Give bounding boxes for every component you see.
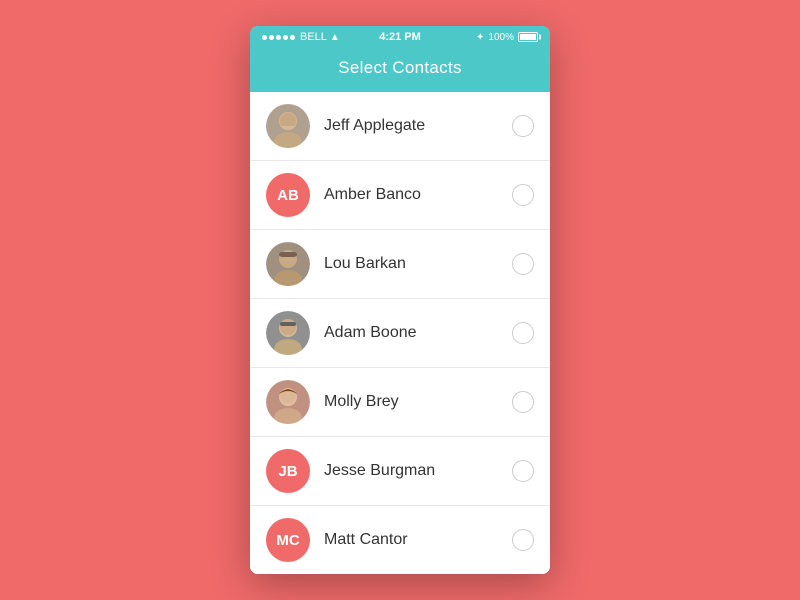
contact-name: Jeff Applegate: [324, 117, 512, 135]
status-time: 4:21 PM: [379, 31, 421, 43]
signal-dot-4: [283, 35, 288, 40]
avatar-initials: JB: [278, 463, 297, 480]
signal-dot-2: [269, 35, 274, 40]
list-item[interactable]: Molly Brey: [250, 368, 550, 437]
contact-name: Molly Brey: [324, 393, 512, 411]
avatar: AB: [266, 173, 310, 217]
radio-button[interactable]: [512, 253, 534, 275]
radio-button[interactable]: [512, 322, 534, 344]
phone-wrapper: BELL ▲ 4:21 PM ✦ 100% Select Contacts: [250, 26, 550, 574]
signal-dot-5: [290, 35, 295, 40]
bluetooth-icon: ✦: [476, 32, 484, 43]
avatar: MC: [266, 518, 310, 562]
radio-button[interactable]: [512, 184, 534, 206]
avatar: [266, 380, 310, 424]
contact-list: Jeff Applegate AB Amber Banco Lou: [250, 92, 550, 574]
avatar: [266, 311, 310, 355]
contact-name: Lou Barkan: [324, 255, 512, 273]
contact-name: Matt Cantor: [324, 531, 512, 549]
signal-dots: [262, 35, 295, 40]
avatar: [266, 104, 310, 148]
carrier-label: BELL: [300, 31, 327, 43]
avatar: [266, 242, 310, 286]
contact-name: Amber Banco: [324, 186, 512, 204]
avatar-initials: AB: [277, 187, 299, 204]
contact-name: Adam Boone: [324, 324, 512, 342]
signal-dot-1: [262, 35, 267, 40]
list-item[interactable]: Lou Barkan: [250, 230, 550, 299]
wifi-icon: ▲: [330, 32, 340, 43]
radio-button[interactable]: [512, 460, 534, 482]
avatar-initials: MC: [276, 532, 299, 549]
radio-button[interactable]: [512, 115, 534, 137]
battery-fill: [520, 34, 536, 40]
list-item[interactable]: Adam Boone: [250, 299, 550, 368]
status-left: BELL ▲: [262, 31, 340, 43]
radio-button[interactable]: [512, 391, 534, 413]
nav-bar: Select Contacts: [250, 48, 550, 92]
battery-icon: [518, 32, 538, 42]
list-item[interactable]: Jeff Applegate: [250, 92, 550, 161]
list-item[interactable]: MC Matt Cantor: [250, 506, 550, 574]
list-item[interactable]: AB Amber Banco: [250, 161, 550, 230]
avatar: JB: [266, 449, 310, 493]
contact-name: Jesse Burgman: [324, 462, 512, 480]
status-bar: BELL ▲ 4:21 PM ✦ 100%: [250, 26, 550, 48]
list-item[interactable]: JB Jesse Burgman: [250, 437, 550, 506]
radio-button[interactable]: [512, 529, 534, 551]
signal-dot-3: [276, 35, 281, 40]
page-title: Select Contacts: [338, 58, 462, 77]
status-right: ✦ 100%: [476, 32, 538, 43]
battery-label: 100%: [488, 32, 514, 43]
